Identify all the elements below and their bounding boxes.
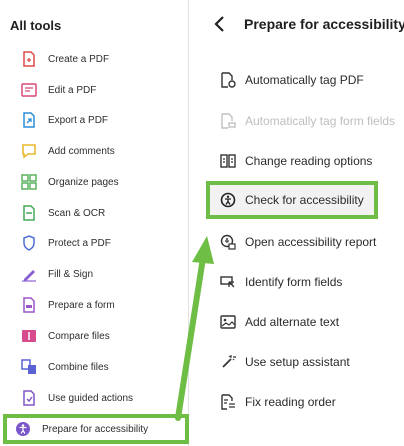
alt-text-icon	[219, 313, 237, 331]
tool-label: Use guided actions	[48, 392, 134, 404]
menu-item-reading-order[interactable]: Fix reading order	[219, 390, 336, 414]
tool-label: Prepare for accessibility	[42, 423, 149, 435]
tool-fill-sign[interactable]: Fill & Sign	[8, 260, 186, 288]
tool-create-pdf[interactable]: Create a PDF	[8, 45, 186, 73]
protect-pdf-icon	[20, 234, 38, 252]
guided-actions-icon	[20, 389, 38, 407]
menu-item-setup-assistant[interactable]: Use setup assistant	[219, 350, 350, 374]
menu-item-label: Add alternate text	[245, 315, 340, 329]
chevron-left-icon[interactable]	[212, 14, 228, 34]
menu-item-check-accessibility[interactable]: Check for accessibility	[219, 188, 364, 212]
tool-label: Scan & OCR	[48, 207, 106, 219]
menu-item-accessibility-report[interactable]: Open accessibility report	[219, 230, 376, 254]
tool-compare-files[interactable]: Compare files	[8, 322, 186, 350]
menu-item-label: Identify form fields	[245, 275, 343, 289]
menu-item-label: Use setup assistant	[245, 355, 350, 369]
compare-files-icon	[20, 327, 38, 345]
tool-prepare-form[interactable]: Prepare a form	[8, 291, 186, 319]
check-accessibility-icon	[219, 191, 237, 209]
tool-scan-ocr[interactable]: Scan & OCR	[8, 199, 186, 227]
tool-label: Add comments	[48, 145, 115, 157]
tool-label: Compare files	[48, 330, 110, 342]
tool-label: Export a PDF	[48, 114, 109, 126]
menu-item-label: Fix reading order	[245, 395, 336, 409]
tool-organize-pages[interactable]: Organize pages	[8, 168, 186, 196]
tool-edit-pdf[interactable]: Edit a PDF	[8, 76, 186, 104]
tool-label: Create a PDF	[48, 53, 110, 65]
organize-pages-icon	[20, 173, 38, 191]
reading-options-icon	[219, 152, 237, 170]
prepare-form-icon	[20, 296, 38, 314]
accessibility-panel	[189, 0, 404, 446]
tool-export-pdf[interactable]: Export a PDF	[8, 106, 186, 134]
menu-item-label: Check for accessibility	[245, 193, 364, 207]
accessibility-report-icon	[219, 233, 237, 251]
tool-label: Fill & Sign	[48, 268, 94, 280]
tool-add-comments[interactable]: Add comments	[8, 137, 186, 165]
fill-sign-icon	[20, 265, 38, 283]
tool-prepare-accessibility[interactable]: Prepare for accessibility	[3, 414, 189, 444]
autotag-form-icon	[219, 112, 237, 130]
tool-combine-files[interactable]: Combine files	[8, 353, 186, 381]
autotag-icon	[219, 71, 237, 89]
menu-item-alt-text[interactable]: Add alternate text	[219, 310, 339, 334]
menu-item-label: Change reading options	[245, 154, 373, 168]
combine-files-icon	[20, 358, 38, 376]
menu-item-label: Open accessibility report	[245, 235, 377, 249]
menu-item-reading-options[interactable]: Change reading options	[219, 149, 372, 173]
tool-label: Combine files	[48, 361, 109, 373]
setup-assistant-icon	[219, 353, 237, 371]
panel-title: Prepare for accessibility	[244, 16, 404, 32]
edit-pdf-icon	[20, 81, 38, 99]
form-fields-icon	[219, 273, 237, 291]
menu-item-label: Automatically tag form fields	[245, 114, 396, 128]
menu-item-form-fields[interactable]: Identify form fields	[219, 270, 342, 294]
comment-icon	[20, 142, 38, 160]
reading-order-icon	[219, 393, 237, 411]
tool-label: Organize pages	[48, 176, 119, 188]
tool-label: Protect a PDF	[48, 237, 111, 249]
create-pdf-icon	[20, 50, 38, 68]
tool-label: Edit a PDF	[48, 84, 97, 96]
all-tools-title: All tools	[10, 18, 62, 33]
scan-ocr-icon	[20, 204, 38, 222]
tool-protect-pdf[interactable]: Protect a PDF	[8, 229, 186, 257]
tool-label: Prepare a form	[48, 299, 115, 311]
menu-item-autotag-form: Automatically tag form fields	[219, 109, 395, 133]
accessibility-icon	[14, 420, 32, 438]
export-pdf-icon	[20, 111, 38, 129]
menu-item-label: Automatically tag PDF	[245, 73, 364, 87]
tool-guided-actions[interactable]: Use guided actions	[8, 384, 186, 412]
menu-item-autotag[interactable]: Automatically tag PDF	[219, 68, 364, 92]
